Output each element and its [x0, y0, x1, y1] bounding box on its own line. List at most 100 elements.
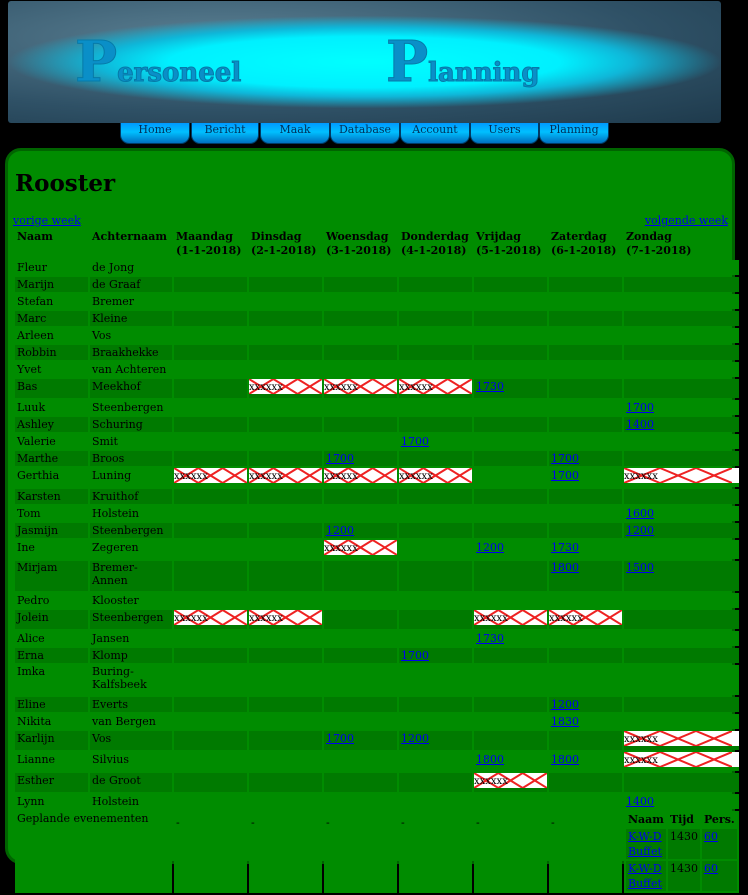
shift-time-link[interactable]: 1800: [551, 753, 579, 766]
first-name-cell: Marijn: [15, 277, 88, 292]
shift-cell: [174, 451, 247, 466]
shift-cell: [474, 489, 547, 504]
shift-time-link[interactable]: 1700: [326, 732, 354, 745]
title-word2-initial: P: [386, 31, 428, 91]
events-label: Geplande evenementen: [15, 811, 172, 893]
first-name-cell: Jasmijn: [15, 523, 88, 538]
shift-time-link[interactable]: 1200: [476, 541, 504, 554]
shift-cell: [399, 540, 472, 559]
shift-cell: [174, 714, 247, 729]
last-name-cell: Vos: [90, 328, 172, 343]
shift-time-link[interactable]: 1730: [476, 632, 504, 645]
shift-time-link[interactable]: 1730: [551, 541, 579, 554]
last-name-cell: Bremer-Annen: [90, 561, 172, 591]
first-name-cell: Marthe: [15, 451, 88, 466]
first-name-cell: Bas: [15, 379, 88, 398]
nav-account-button[interactable]: Account: [400, 123, 470, 144]
shift-cell: [324, 665, 397, 695]
prev-week-link[interactable]: vorige week: [13, 214, 81, 227]
last-name-cell: Vos: [90, 731, 172, 750]
event-persons-link[interactable]: 60: [704, 862, 718, 875]
shift-cell: [549, 434, 622, 449]
shift-time-link[interactable]: 1700: [401, 649, 429, 662]
event-name-link[interactable]: K-W-D Buffet: [628, 862, 662, 890]
shift-cell: [399, 523, 472, 538]
shift-cell: [249, 540, 322, 559]
shift-cell: [474, 328, 547, 343]
last-name-cell: de Groot: [90, 773, 172, 792]
shift-cell: [474, 523, 547, 538]
nav-users-button[interactable]: Users: [470, 123, 539, 144]
shift-cell: [624, 631, 739, 646]
first-name-cell: Arleen: [15, 328, 88, 343]
shift-cell: [249, 561, 322, 591]
shift-cell: [624, 328, 739, 343]
shift-time-link[interactable]: 1400: [626, 418, 654, 431]
nav-maak-button[interactable]: Maak: [260, 123, 330, 144]
shift-time-link[interactable]: 1200: [326, 524, 354, 537]
table-row: Karsten Kruithof: [15, 489, 739, 504]
table-row: Arleen Vos: [15, 328, 739, 343]
event-persons-link[interactable]: 60: [704, 830, 718, 843]
shift-cell: 1600: [624, 506, 739, 521]
nav-bericht-button[interactable]: Bericht: [191, 123, 259, 144]
shift-time-link[interactable]: 1700: [326, 452, 354, 465]
shift-time-link[interactable]: 1200: [626, 524, 654, 537]
last-name-cell: Klooster: [90, 593, 172, 608]
schedule-header-row: Naam Achternaam Maandag (1-1-2018) Dinsdag (2…: [15, 230, 739, 258]
shift-cell: [249, 752, 322, 771]
first-name-cell: Robbin: [15, 345, 88, 360]
shift-time-link[interactable]: 1700: [401, 435, 429, 448]
shift-time-link[interactable]: 1700: [551, 452, 579, 465]
shift-cell: [399, 311, 472, 326]
shift-time-link[interactable]: 1800: [476, 753, 504, 766]
event-name-link[interactable]: K-W-D Buffet: [628, 830, 662, 858]
shift-cell: 1400: [624, 794, 739, 809]
shift-cell: [324, 752, 397, 771]
shift-cell: 1700: [549, 468, 622, 487]
shift-cell: [174, 773, 247, 792]
events-placeholder: -: [549, 811, 622, 893]
shift-cell: [249, 417, 322, 432]
table-row: Lianne Silvius 1800 1800 xxxxxx: [15, 752, 739, 771]
shift-cell: [174, 523, 247, 538]
shift-time-link[interactable]: 1200: [401, 732, 429, 745]
unavailable-marker: xxxxxx: [174, 610, 247, 625]
shift-cell: 1700: [624, 400, 739, 415]
shift-time-link[interactable]: 1500: [626, 561, 654, 574]
shift-time-link[interactable]: 1400: [626, 795, 654, 808]
unavailable-marker: xxxxxx: [324, 468, 397, 483]
table-row: Jolein Steenbergen xxxxxx xxxxxx xxxxxx xxxxx…: [15, 610, 739, 629]
nav-planning-button[interactable]: Planning: [539, 123, 609, 144]
nav-database-button[interactable]: Database: [330, 123, 400, 144]
shift-cell: [474, 260, 547, 275]
shift-cell: [399, 631, 472, 646]
shift-cell: xxxxxx: [324, 379, 397, 398]
shift-time-link[interactable]: 1730: [476, 380, 504, 393]
shift-cell: [549, 593, 622, 608]
first-name-cell: Karlijn: [15, 731, 88, 750]
shift-time-link[interactable]: 1830: [551, 715, 579, 728]
shift-cell: [624, 260, 739, 275]
shift-cell: [549, 523, 622, 538]
shift-cell: [249, 400, 322, 415]
shift-cell: [624, 665, 739, 695]
last-name-cell: de Jong: [90, 260, 172, 275]
last-name-cell: Broos: [90, 451, 172, 466]
shift-cell: [399, 489, 472, 504]
shift-cell: [174, 379, 247, 398]
table-row: Marc Kleine: [15, 311, 739, 326]
shift-time-link[interactable]: 1700: [551, 469, 579, 482]
nav-home-button[interactable]: Home: [120, 123, 190, 144]
shift-cell: [399, 794, 472, 809]
shift-time-link[interactable]: 1700: [626, 401, 654, 414]
column-header: Vrijdag (5-1-2018): [476, 230, 542, 257]
next-week-link[interactable]: volgende week: [645, 214, 728, 227]
shift-cell: [474, 731, 547, 750]
shift-cell: [624, 294, 739, 309]
first-name-cell: Fleur: [15, 260, 88, 275]
shift-time-link[interactable]: 1200: [551, 698, 579, 711]
shift-cell: xxxxxx: [624, 468, 739, 487]
shift-time-link[interactable]: 1600: [626, 507, 654, 520]
shift-time-link[interactable]: 1800: [551, 561, 579, 574]
